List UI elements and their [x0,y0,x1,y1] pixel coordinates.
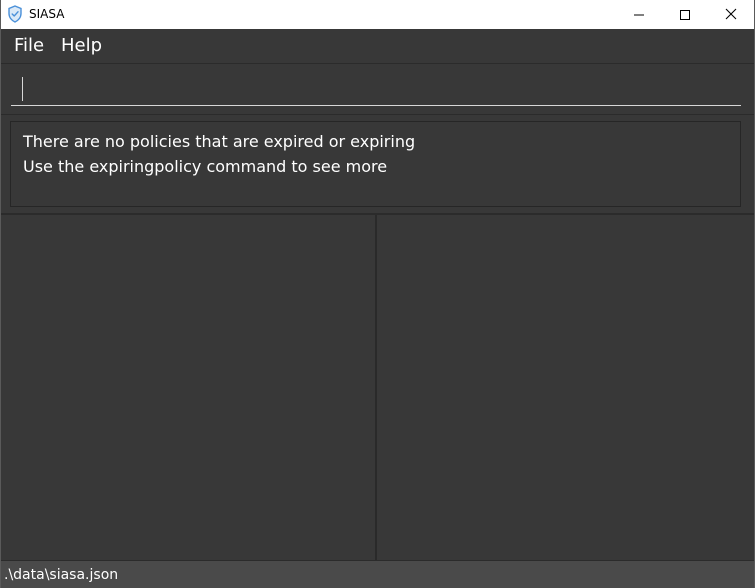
result-message: There are no policies that are expired o… [23,132,416,151]
result-hint: Use the expiringpolicy command to see mo… [23,157,388,176]
status-bar: .\data\siasa.json [1,560,754,588]
left-list-panel[interactable] [1,215,375,560]
command-box [1,64,754,115]
minimize-button[interactable] [616,0,662,29]
title-bar[interactable]: SIASA [1,0,754,29]
close-icon [725,5,737,24]
minimize-icon [634,5,644,24]
close-button[interactable] [708,0,754,29]
maximize-icon [680,5,690,24]
maximize-button[interactable] [662,0,708,29]
text-caret [22,77,23,101]
app-window: SIASA File Help There are no policies th… [0,0,755,588]
shield-icon [7,5,23,23]
menu-help[interactable]: Help [61,36,102,56]
menu-file[interactable]: File [14,36,44,56]
result-display-area: There are no policies that are expired o… [1,115,754,215]
menu-bar: File Help [1,29,754,64]
result-display[interactable]: There are no policies that are expired o… [10,121,741,207]
window-title: SIASA [29,7,65,21]
right-list-panel[interactable] [377,215,754,560]
command-input[interactable] [11,72,741,106]
save-location: .\data\siasa.json [4,567,119,583]
